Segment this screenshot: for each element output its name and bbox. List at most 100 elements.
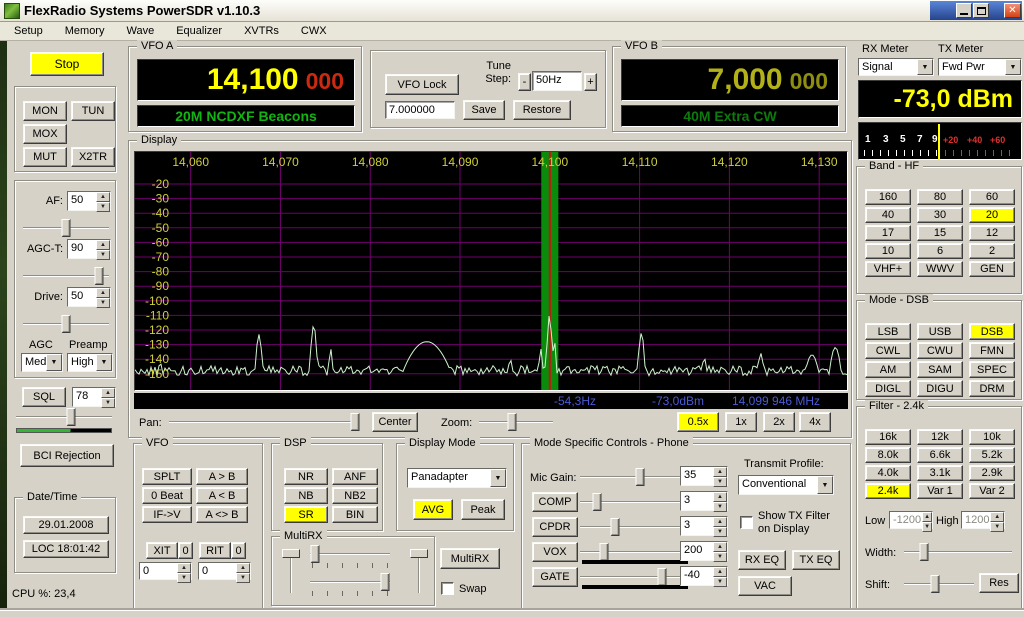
close-button[interactable]: ✕ (1004, 3, 1021, 18)
band-20-button[interactable]: 20 (969, 207, 1015, 223)
menu-equalizer[interactable]: Equalizer (176, 25, 222, 37)
a-swap-b-button[interactable]: A <> B (196, 506, 248, 523)
start-stop-button[interactable]: Stop (30, 52, 104, 76)
filter-29k-button[interactable]: 2.9k (969, 465, 1015, 481)
gate-spinner[interactable]: -40 ▲ ▼ (680, 566, 728, 587)
band-2-button[interactable]: 2 (969, 243, 1015, 259)
filter-24k-button[interactable]: 2.4k (865, 483, 911, 499)
menu-wave[interactable]: Wave (126, 25, 154, 37)
spinner-arrows-icon[interactable]: ▲ ▼ (96, 192, 110, 212)
filter-31k-button[interactable]: 3.1k (917, 465, 963, 481)
mic-gain-spinner[interactable]: 35 ▲ ▼ (680, 466, 728, 487)
xit-button[interactable]: XIT (146, 542, 178, 559)
agct-slider[interactable] (21, 267, 111, 285)
vfo-lock-button[interactable]: VFO Lock (385, 74, 459, 95)
xit-clear-button[interactable]: 0 (178, 542, 193, 559)
split-button[interactable]: SPLT (142, 468, 192, 485)
spinner-arrows-icon[interactable]: ▲ ▼ (177, 563, 191, 583)
filter-10k-button[interactable]: 10k (969, 429, 1015, 445)
memory-frequency-input[interactable]: 7.000000 (385, 101, 455, 119)
mode-dsb-button[interactable]: DSB (969, 323, 1015, 340)
af-slider[interactable] (21, 219, 111, 237)
band-gen-button[interactable]: GEN (969, 261, 1015, 277)
anf-button[interactable]: ANF (332, 468, 378, 485)
spinner-arrows-icon[interactable]: ▲ ▼ (101, 388, 115, 408)
filter-4k-button[interactable]: 4.0k (865, 465, 911, 481)
filter-reset-button[interactable]: Res (979, 573, 1019, 593)
save-button[interactable]: Save (463, 100, 505, 120)
maximize-button[interactable] (973, 3, 989, 18)
drive-slider[interactable] (21, 315, 111, 333)
band-17-button[interactable]: 17 (865, 225, 911, 241)
vox-button[interactable]: VOX (532, 542, 578, 562)
mode-lsb-button[interactable]: LSB (865, 323, 911, 340)
mode-fmn-button[interactable]: FMN (969, 342, 1015, 359)
spinner-arrows-icon[interactable]: ▲ ▼ (713, 517, 727, 537)
filter-12k-button[interactable]: 12k (917, 429, 963, 445)
tune-step-down-button[interactable]: - (518, 73, 531, 91)
band-6-button[interactable]: 6 (917, 243, 963, 259)
swap-checkbox[interactable] (441, 582, 454, 595)
show-tx-filter-checkbox[interactable] (740, 516, 753, 529)
menu-cwx[interactable]: CWX (301, 25, 327, 37)
sql-slider-thumb[interactable] (66, 408, 76, 426)
gate-button[interactable]: GATE (532, 567, 578, 587)
transmit-profile-dropdown[interactable]: Conventional ▼ (738, 475, 834, 495)
cpdr-button[interactable]: CPDR (532, 517, 578, 537)
band-12-button[interactable]: 12 (969, 225, 1015, 241)
zoom-4x-button[interactable]: 4x (799, 412, 831, 432)
filter-width-slider[interactable] (902, 543, 1014, 561)
vox-slider[interactable] (578, 543, 690, 561)
if-to-vfo-button[interactable]: IF->V (142, 506, 192, 523)
af-slider-thumb[interactable] (61, 219, 71, 237)
display-mode-dropdown[interactable]: Panadapter ▼ (407, 468, 507, 488)
vfo-a-frequency-display[interactable]: 14,100 000 (137, 59, 355, 101)
band-60-button[interactable]: 60 (969, 189, 1015, 205)
mode-digu-button[interactable]: DIGU (917, 380, 963, 397)
spinner-arrows-icon[interactable]: ▲ ▼ (713, 567, 727, 587)
filter-8k-button[interactable]: 8.0k (865, 447, 911, 463)
bin-button[interactable]: BIN (332, 506, 378, 523)
zero-beat-button[interactable]: 0 Beat (142, 487, 192, 504)
slider-thumb[interactable] (410, 549, 428, 558)
drive-spinner[interactable]: 50 ▲ ▼ (67, 287, 111, 308)
filter-52k-button[interactable]: 5.2k (969, 447, 1015, 463)
rit-spinner[interactable]: 0 ▲ ▼ (198, 562, 251, 583)
slider-thumb[interactable] (310, 545, 320, 563)
pan-slider-thumb[interactable] (350, 413, 360, 431)
nr-button[interactable]: NR (284, 468, 328, 485)
center-button[interactable]: Center (372, 412, 418, 432)
comp-button[interactable]: COMP (532, 492, 578, 512)
spinner-arrows-icon[interactable]: ▲ ▼ (922, 512, 932, 532)
vfo-a-hz-digits[interactable]: 000 (306, 68, 344, 95)
mon-button[interactable]: MON (23, 101, 67, 121)
filter-var2-button[interactable]: Var 2 (969, 483, 1015, 499)
gate-slider[interactable] (578, 568, 690, 586)
avg-button[interactable]: AVG (413, 499, 453, 520)
band-30-button[interactable]: 30 (917, 207, 963, 223)
spinner-arrows-icon[interactable]: ▲ ▼ (236, 563, 250, 583)
mic-gain-slider[interactable] (578, 468, 690, 486)
band-vhf-button[interactable]: VHF+ (865, 261, 911, 277)
a-to-b-button[interactable]: A > B (196, 468, 248, 485)
multirx-pan-sub-slider[interactable] (410, 547, 428, 595)
menu-setup[interactable]: Setup (14, 25, 43, 37)
multirx-tune-slider[interactable] (308, 573, 392, 591)
tx-meter-dropdown[interactable]: Fwd Pwr ▼ (938, 58, 1022, 76)
mode-digl-button[interactable]: DIGL (865, 380, 911, 397)
cpdr-slider[interactable] (578, 518, 690, 536)
mode-cwu-button[interactable]: CWU (917, 342, 963, 359)
zoom-slider[interactable] (477, 413, 555, 431)
multirx-button[interactable]: MultiRX (440, 548, 500, 569)
zoom-slider-thumb[interactable] (507, 413, 517, 431)
cpdr-spinner[interactable]: 3 ▲ ▼ (680, 516, 728, 537)
vfo-b-frequency-display[interactable]: 7,000 000 (621, 59, 839, 101)
sql-spinner[interactable]: 78 ▲ ▼ (72, 387, 116, 408)
zoom-2x-button[interactable]: 2x (763, 412, 795, 432)
tx-eq-button[interactable]: TX EQ (792, 550, 840, 570)
spinner-arrows-icon[interactable]: ▲ ▼ (713, 542, 727, 562)
preamp-dropdown[interactable]: High ▼ (67, 353, 113, 372)
rit-button[interactable]: RIT (199, 542, 231, 559)
band-80-button[interactable]: 80 (917, 189, 963, 205)
mut-button[interactable]: MUT (23, 147, 67, 167)
